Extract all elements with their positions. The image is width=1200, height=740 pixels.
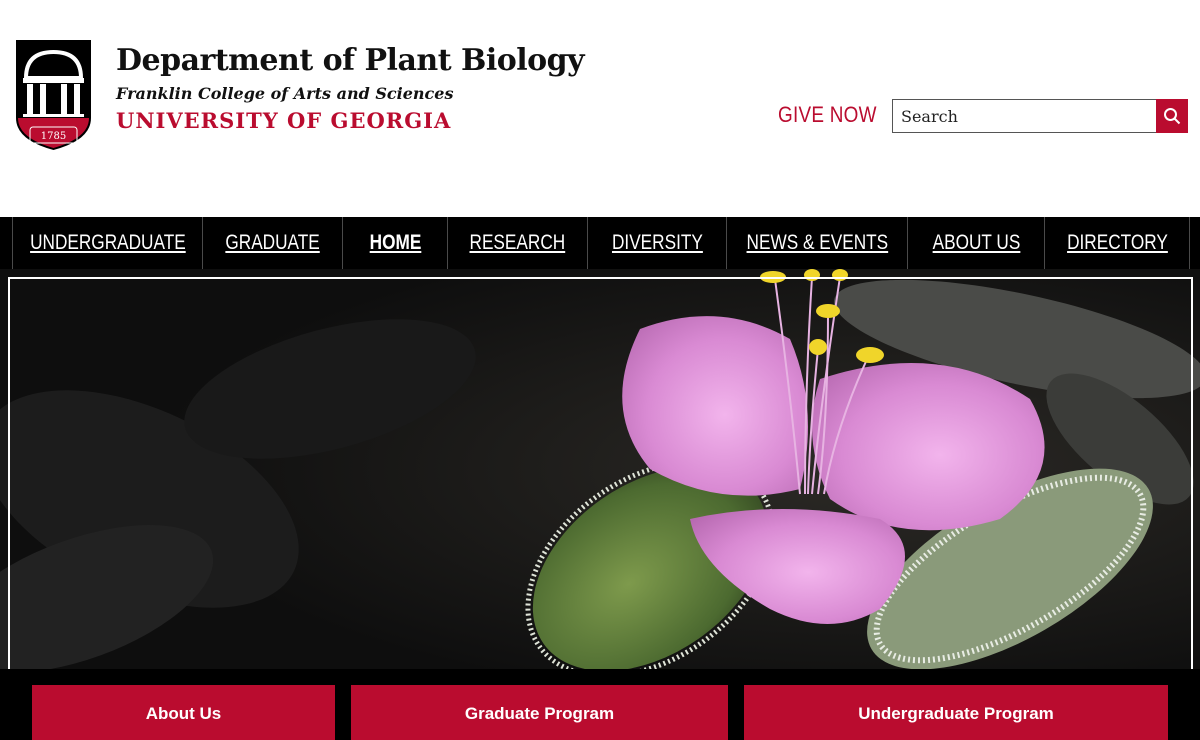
site-header: 1785 Department of Plant Biology Frankli… (0, 0, 1200, 217)
main-nav: UNDERGRADUATE GRADUATE HOME RESEARCH DIV… (0, 217, 1200, 269)
search-form (892, 99, 1188, 133)
search-icon (1164, 108, 1181, 125)
cta-bar: About Us Graduate Program Undergraduate … (0, 669, 1200, 740)
about-us-button[interactable]: About Us (32, 685, 335, 740)
search-button[interactable] (1156, 99, 1188, 133)
hero-flower-image (0, 269, 1200, 669)
college-name[interactable]: Franklin College of Arts and Sciences (116, 82, 584, 106)
undergraduate-program-button[interactable]: Undergraduate Program (744, 685, 1168, 740)
graduate-program-button[interactable]: Graduate Program (351, 685, 728, 740)
nav-item-directory[interactable]: DIRECTORY (1044, 217, 1189, 269)
nav-item-home[interactable]: HOME (342, 217, 447, 269)
nav-item-diversity[interactable]: DIVERSITY (587, 217, 726, 269)
hero-banner[interactable] (0, 269, 1200, 669)
nav-item-about-us[interactable]: ABOUT US (907, 217, 1044, 269)
nav-item-research[interactable]: RESEARCH (447, 217, 587, 269)
give-now-link[interactable]: GIVE NOW (778, 102, 877, 128)
nav-item-news-events[interactable]: NEWS & EVENTS (726, 217, 907, 269)
nav-item-graduate[interactable]: GRADUATE (202, 217, 342, 269)
uga-arch-logo[interactable]: 1785 (16, 40, 91, 150)
search-input[interactable] (892, 99, 1156, 133)
nav-item-undergraduate[interactable]: UNDERGRADUATE (12, 217, 202, 269)
logo-year: 1785 (41, 131, 66, 142)
university-name[interactable]: UNIVERSITY OF GEORGIA (116, 106, 584, 136)
wordmark[interactable]: Department of Plant Biology Franklin Col… (116, 42, 585, 136)
department-title[interactable]: Department of Plant Biology (116, 42, 585, 80)
nav-spacer-end (1189, 217, 1200, 269)
